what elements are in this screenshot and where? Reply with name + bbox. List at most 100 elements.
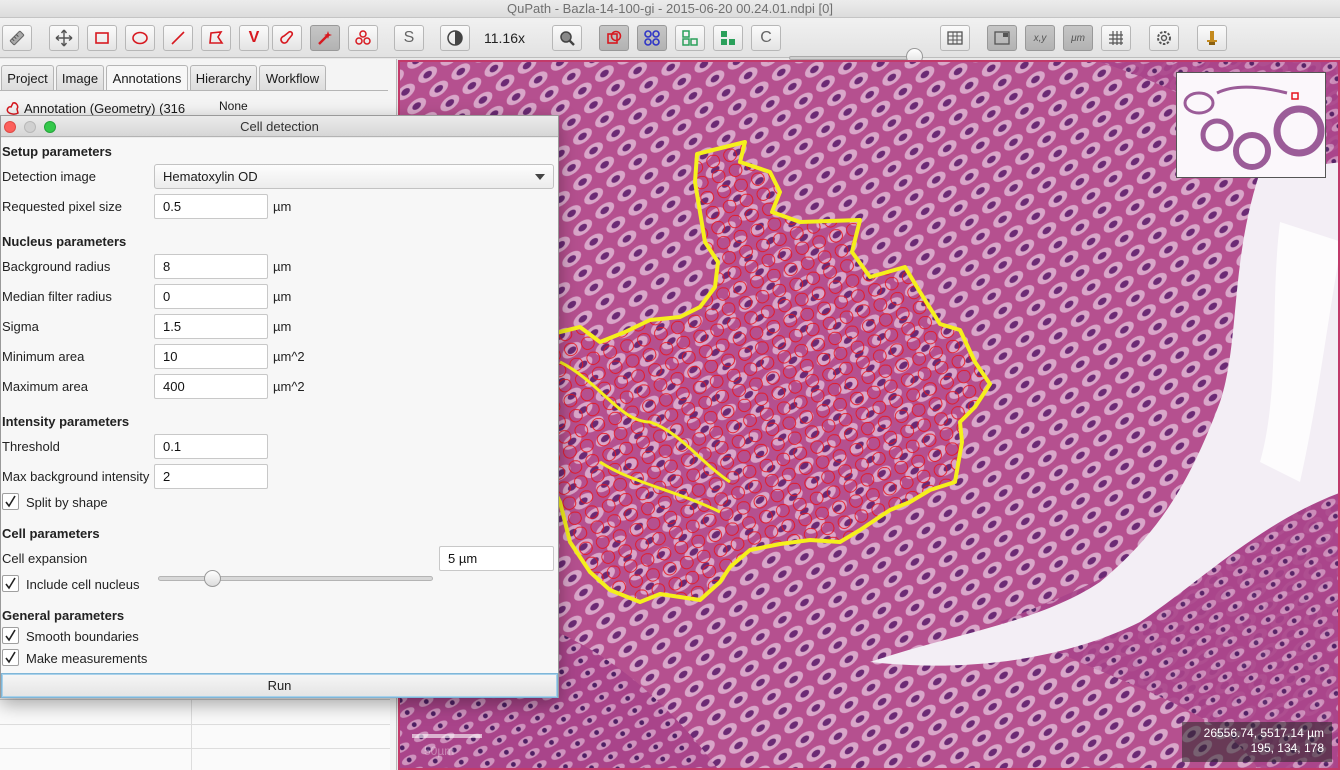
points-tool-icon[interactable] — [348, 25, 378, 51]
sigma-input[interactable]: 1.5 — [154, 314, 268, 339]
make-measurements-checkbox[interactable] — [2, 649, 19, 666]
background-radius-unit: µm — [273, 259, 292, 274]
polyline-tool-icon[interactable]: V — [239, 25, 269, 51]
cell-expansion-label: Cell expansion — [2, 551, 88, 566]
polyline-label: V — [248, 29, 260, 46]
ellipse-tool-icon[interactable] — [125, 25, 155, 51]
preferences-icon[interactable] — [1149, 25, 1179, 51]
brush-icon[interactable] — [272, 25, 302, 51]
tab-image[interactable]: Image — [56, 65, 104, 91]
pixel-size-unit: µm — [273, 199, 292, 214]
checkmark-icon — [5, 495, 16, 508]
section-cell: Cell parameters — [2, 526, 100, 541]
include-nucleus-checkbox[interactable] — [2, 575, 19, 592]
scalebar-label-icon: μm — [1071, 32, 1085, 44]
line-tool-icon[interactable] — [163, 25, 193, 51]
brightness-contrast-icon[interactable] — [440, 25, 470, 51]
smooth-boundaries-checkbox[interactable] — [2, 627, 19, 644]
threshold-input[interactable]: 0.1 — [154, 434, 268, 459]
section-setup: Setup parameters — [2, 144, 112, 159]
show-annotations-icon[interactable] — [599, 25, 629, 51]
tab-annotations[interactable]: Annotations — [106, 65, 188, 91]
window-title-bar: QuPath - Bazla-14-100-gi - 2015-06-20 00… — [0, 0, 1340, 18]
cursor-rgb-values: 195, 134, 178 — [1250, 741, 1324, 755]
chevron-down-icon — [535, 174, 545, 180]
max-area-label: Maximum area — [2, 379, 88, 394]
checkmark-icon — [5, 629, 16, 642]
measurement-table-icon[interactable] — [940, 25, 970, 51]
sigma-unit: µm — [273, 319, 292, 334]
dialog-title-bar[interactable]: Cell detection — [1, 116, 558, 137]
cursor-location-readout: 26556.74, 5517.14 µm 195, 134, 178 — [1182, 722, 1332, 762]
connections-label: C — [760, 29, 772, 46]
section-intensity: Intensity parameters — [2, 414, 130, 429]
wand-tool-icon[interactable] — [310, 25, 340, 51]
brush-tool-icon[interactable] — [2, 25, 32, 51]
table-column-divider — [191, 700, 192, 770]
max-area-unit: µm^2 — [273, 379, 305, 394]
fill-detections-icon[interactable] — [713, 25, 743, 51]
zoom-to-fit-icon[interactable] — [552, 25, 582, 51]
detection-image-select[interactable]: Hematoxylin OD — [154, 164, 554, 189]
detection-image-label: Detection image — [2, 169, 96, 184]
coords-label: x,y — [1033, 32, 1047, 44]
tabs-divider — [0, 90, 388, 91]
rectangle-tool-icon[interactable] — [87, 25, 117, 51]
scale-bar-label: 50µm — [424, 744, 455, 758]
detection-image-value: Hematoxylin OD — [163, 169, 258, 184]
pixel-size-input[interactable]: 0.5 — [154, 194, 268, 219]
checkmark-icon — [5, 651, 16, 664]
dialog-body: Setup parameters Detection image Hematox… — [1, 138, 558, 698]
run-button[interactable]: Run — [1, 673, 558, 698]
main-toolbar: V S 11.16x C x,y μm — [0, 18, 1340, 65]
log-icon[interactable] — [1197, 25, 1227, 51]
annotation-class: None — [219, 99, 248, 113]
annotation-icon — [6, 102, 19, 115]
tab-hierarchy[interactable]: Hierarchy — [190, 65, 257, 91]
background-radius-input[interactable]: 8 — [154, 254, 268, 279]
tab-workflow[interactable]: Workflow — [259, 65, 326, 91]
show-scalebar-icon[interactable]: μm — [1063, 25, 1093, 51]
cursor-micron-coords: 26556.74, 5517.14 µm — [1203, 726, 1324, 740]
cell-expansion-slider-track[interactable] — [158, 576, 433, 581]
median-radius-input[interactable]: 0 — [154, 284, 268, 309]
section-general: General parameters — [2, 608, 125, 623]
move-tool-icon[interactable] — [49, 25, 79, 51]
cell-expansion-slider-thumb[interactable] — [204, 570, 222, 587]
make-measurements-label: Make measurements — [26, 651, 148, 666]
dialog-title: Cell detection — [240, 119, 319, 134]
min-area-input[interactable]: 10 — [154, 344, 268, 369]
minimize-window-icon[interactable] — [24, 121, 36, 133]
cell-detection-dialog: Cell detection Setup parameters Detectio… — [0, 115, 559, 698]
checkmark-icon — [5, 577, 16, 590]
polygon-tool-icon[interactable] — [201, 25, 231, 51]
maximize-window-icon[interactable] — [44, 121, 56, 133]
show-connections-icon[interactable]: C — [751, 25, 781, 51]
show-tma-grid-icon[interactable] — [637, 25, 667, 51]
selection-mode-icon[interactable]: S — [394, 25, 424, 51]
cell-expansion-input[interactable]: 5 µm — [439, 546, 554, 571]
max-bg-intensity-input[interactable]: 2 — [154, 464, 268, 489]
background-radius-label: Background radius — [2, 259, 111, 274]
show-overview-icon[interactable] — [987, 25, 1017, 51]
show-cursor-location-icon[interactable]: x,y — [1025, 25, 1055, 51]
show-detections-icon[interactable] — [675, 25, 705, 51]
min-area-unit: µm^2 — [273, 349, 305, 364]
max-bg-intensity-label: Max background intensity — [2, 469, 150, 484]
show-grid-icon[interactable] — [1101, 25, 1131, 51]
close-window-icon[interactable] — [4, 121, 16, 133]
table-row-divider — [0, 748, 390, 749]
tab-project[interactable]: Project — [1, 65, 54, 91]
overview-image — [1183, 85, 1325, 170]
split-by-shape-checkbox[interactable] — [2, 493, 19, 510]
overview-thumbnail[interactable] — [1176, 72, 1326, 178]
median-radius-unit: µm — [273, 289, 292, 304]
threshold-label: Threshold — [2, 439, 60, 454]
max-area-input[interactable]: 400 — [154, 374, 268, 399]
measurement-table — [0, 699, 390, 770]
median-radius-label: Median filter radius — [2, 289, 112, 304]
section-nucleus: Nucleus parameters — [2, 234, 127, 249]
panel-tabs: Project Image Annotations Hierarchy Work… — [0, 65, 397, 91]
smooth-boundaries-label: Smooth boundaries — [26, 629, 139, 644]
min-area-label: Minimum area — [2, 349, 85, 364]
